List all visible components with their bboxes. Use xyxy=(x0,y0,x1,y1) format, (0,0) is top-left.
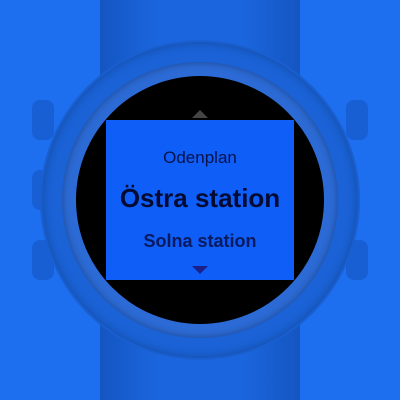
scroll-up-icon[interactable] xyxy=(192,110,208,118)
side-button-left-top[interactable] xyxy=(32,100,54,140)
side-button-right-top[interactable] xyxy=(346,100,368,140)
watch-screen: Odenplan Östra station Solna station xyxy=(76,76,324,324)
scroll-down-icon[interactable] xyxy=(192,266,208,274)
station-item-next[interactable]: Solna station xyxy=(106,231,294,252)
station-item-selected[interactable]: Östra station xyxy=(106,183,294,214)
watch-frame: Odenplan Östra station Solna station xyxy=(0,0,400,400)
station-list[interactable]: Odenplan Östra station Solna station xyxy=(106,120,294,280)
station-item-previous[interactable]: Odenplan xyxy=(106,148,294,168)
